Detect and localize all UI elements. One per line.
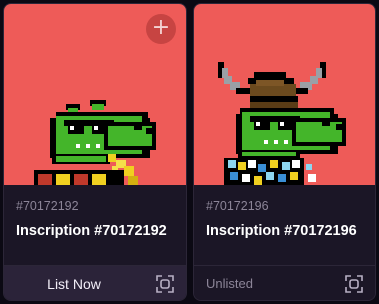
inscription-artwork[interactable]: + xyxy=(4,4,186,185)
inscription-card[interactable]: + #70172192 Inscription #70172192 List N… xyxy=(3,3,187,301)
inscription-title[interactable]: Inscription #70172196 xyxy=(206,223,357,239)
expand-icon[interactable] xyxy=(345,275,363,293)
pixel-crocodile-viking-image xyxy=(218,62,346,185)
plus-icon[interactable]: + xyxy=(146,14,176,44)
list-now-button[interactable]: List Now xyxy=(4,266,144,300)
inscription-artwork[interactable] xyxy=(194,4,375,185)
card-meta: #70172192 Inscription #70172192 List Now xyxy=(4,185,186,300)
inscription-number: #70172192 xyxy=(16,199,79,213)
inscription-grid: + #70172192 Inscription #70172192 List N… xyxy=(0,0,379,304)
expand-icon[interactable] xyxy=(156,275,174,293)
listing-status: Unlisted xyxy=(206,276,253,291)
inscription-title[interactable]: Inscription #70172192 xyxy=(16,223,167,239)
card-meta: #70172196 Inscription #70172196 Unlisted xyxy=(194,185,375,300)
inscription-card[interactable]: #70172196 Inscription #70172196 Unlisted xyxy=(193,3,376,301)
card-footer: List Now xyxy=(4,265,186,300)
inscription-number: #70172196 xyxy=(206,199,269,213)
card-footer: Unlisted xyxy=(194,265,375,300)
